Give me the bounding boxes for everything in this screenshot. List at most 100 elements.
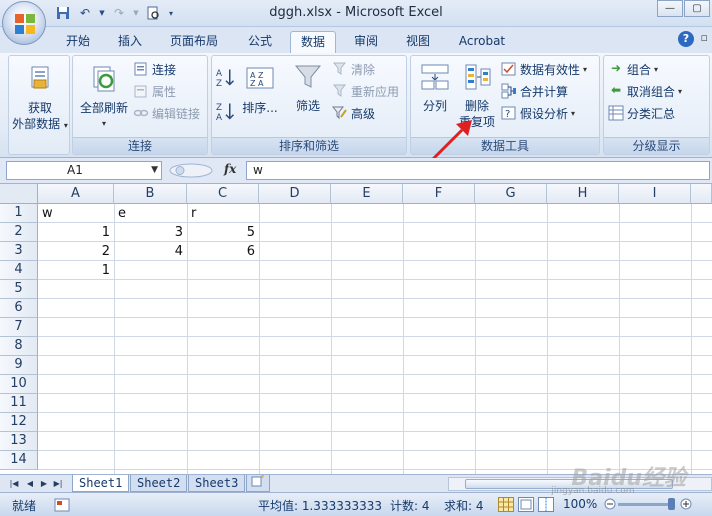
consolidate-button[interactable]: 合并计算 xyxy=(501,82,568,100)
row-header[interactable]: 10 xyxy=(0,375,38,394)
ungroup-label: 取消组合 xyxy=(627,84,676,99)
sort-descending-button[interactable]: ZA xyxy=(216,102,236,121)
sheet-tab-1[interactable]: Sheet1 xyxy=(72,475,130,492)
tab-insert[interactable]: 插入 xyxy=(108,31,152,53)
column-header-a[interactable]: A xyxy=(38,184,114,204)
tab-page-layout[interactable]: 页面布局 xyxy=(162,31,226,53)
column-header-h[interactable]: H xyxy=(547,184,619,204)
clear-label: 清除 xyxy=(351,62,376,77)
reapply-button[interactable]: 重新应用 xyxy=(332,82,399,100)
group-button[interactable]: ➜ 组合 ▾ xyxy=(608,60,658,78)
spreadsheet-grid[interactable]: A B C D E F G H I 1 2 3 4 5 6 7 8 9 10 1… xyxy=(0,184,712,474)
column-header-g[interactable]: G xyxy=(475,184,547,204)
name-box[interactable]: A1 ▼ xyxy=(6,161,162,180)
cell-a3[interactable]: 2 xyxy=(38,242,114,261)
zoom-out-icon[interactable] xyxy=(604,498,616,510)
tab-formulas[interactable]: 公式 xyxy=(238,31,282,53)
cell-b3[interactable]: 4 xyxy=(114,242,187,261)
row-header[interactable]: 12 xyxy=(0,413,38,432)
prev-sheet-icon[interactable]: ◀ xyxy=(24,477,36,490)
next-sheet-icon[interactable]: ▶ xyxy=(38,477,50,490)
row-header[interactable]: 11 xyxy=(0,394,38,413)
what-if-dropdown-icon[interactable]: ▾ xyxy=(571,109,575,118)
tab-review[interactable]: 审阅 xyxy=(344,31,388,53)
help-icon[interactable]: ? xyxy=(678,31,694,47)
page-break-view-icon[interactable] xyxy=(538,497,554,512)
cell-c2[interactable]: 5 xyxy=(187,223,259,242)
row-header[interactable]: 1 xyxy=(0,204,38,223)
zoom-slider-knob[interactable] xyxy=(668,498,675,510)
ribbon-restore-icon[interactable]: ▫ xyxy=(701,31,708,44)
refresh-all-button[interactable]: 全部刷新 ▾ xyxy=(75,64,133,132)
sort-button[interactable]: A Z Z A 排序... xyxy=(240,64,280,116)
normal-view-icon[interactable] xyxy=(498,497,514,512)
select-all-corner[interactable] xyxy=(0,184,38,204)
column-header-e[interactable]: E xyxy=(331,184,403,204)
column-header-partial[interactable] xyxy=(691,184,712,204)
ungroup-dropdown-icon[interactable]: ▾ xyxy=(678,87,682,96)
advanced-filter-button[interactable]: 高级 xyxy=(332,104,375,122)
row-header[interactable]: 14 xyxy=(0,451,38,470)
cell-a4[interactable]: 1 xyxy=(38,261,114,280)
page-layout-view-icon[interactable] xyxy=(518,497,534,512)
office-logo-icon xyxy=(15,14,35,34)
macro-record-icon[interactable] xyxy=(54,498,70,512)
row-header[interactable]: 2 xyxy=(0,223,38,242)
insert-function-icon[interactable]: fx xyxy=(224,162,236,176)
clear-filter-button[interactable]: 清除 xyxy=(332,60,375,78)
column-header-c[interactable]: C xyxy=(187,184,259,204)
properties-button[interactable]: 属性 xyxy=(133,82,176,100)
subtotal-button[interactable]: 分类汇总 xyxy=(608,104,675,122)
group-label: 组合 xyxy=(627,62,652,77)
cell-c3[interactable]: 6 xyxy=(187,242,259,261)
column-header-i[interactable]: I xyxy=(619,184,691,204)
row-header[interactable]: 4 xyxy=(0,261,38,280)
cell-b2[interactable]: 3 xyxy=(114,223,187,242)
row-header[interactable]: 7 xyxy=(0,318,38,337)
edit-links-button[interactable]: 编辑链接 xyxy=(133,104,200,122)
tab-data[interactable]: 数据 xyxy=(290,31,336,53)
zoom-in-icon[interactable] xyxy=(680,498,692,510)
row-header[interactable]: 13 xyxy=(0,432,38,451)
cell-c1[interactable]: r xyxy=(187,204,259,223)
sheet-tab-2[interactable]: Sheet2 xyxy=(130,475,188,492)
formula-input[interactable]: w xyxy=(246,161,710,180)
maximize-button[interactable]: ▢ xyxy=(684,0,710,17)
row-header[interactable]: 5 xyxy=(0,280,38,299)
cell-b1[interactable]: e xyxy=(114,204,187,223)
row-header[interactable]: 6 xyxy=(0,299,38,318)
sheet-tab-3[interactable]: Sheet3 xyxy=(188,475,246,492)
zoom-level[interactable]: 100% xyxy=(563,497,597,511)
get-external-data-button[interactable]: 获取 外部数据 ▾ xyxy=(11,64,69,134)
data-validation-button[interactable]: 数据有效性 ▾ xyxy=(501,60,587,78)
column-header-d[interactable]: D xyxy=(259,184,331,204)
cell-a1[interactable]: w xyxy=(38,204,114,223)
row-header[interactable]: 3 xyxy=(0,242,38,261)
last-sheet-icon[interactable]: ▶| xyxy=(52,477,64,490)
formula-splitter-icon[interactable] xyxy=(168,163,214,178)
title-bar: ↶ ▼ ↷ ▼ ▾ dggh.xlsx - Microsoft Excel — … xyxy=(0,0,712,27)
insert-sheet-button[interactable] xyxy=(246,475,270,492)
name-box-dropdown-icon[interactable]: ▼ xyxy=(151,162,158,179)
tab-view[interactable]: 视图 xyxy=(396,31,440,53)
data-validation-dropdown-icon[interactable]: ▾ xyxy=(583,65,587,74)
row-header[interactable]: 8 xyxy=(0,337,38,356)
what-if-analysis-button[interactable]: ? 假设分析 ▾ xyxy=(501,104,575,122)
first-sheet-icon[interactable]: |◀ xyxy=(8,477,20,490)
text-to-columns-button[interactable]: 分列 xyxy=(415,62,455,114)
column-header-b[interactable]: B xyxy=(114,184,187,204)
ungroup-button[interactable]: ⬅ 取消组合 ▾ xyxy=(608,82,682,100)
column-header-f[interactable]: F xyxy=(403,184,475,204)
group-dropdown-icon[interactable]: ▾ xyxy=(654,65,658,74)
cell-a2[interactable]: 1 xyxy=(38,223,114,242)
row-header[interactable]: 9 xyxy=(0,356,38,375)
connections-button[interactable]: 连接 xyxy=(133,60,176,78)
sort-ascending-button[interactable]: AZ xyxy=(216,68,236,87)
tab-acrobat[interactable]: Acrobat xyxy=(452,31,512,53)
zoom-slider[interactable] xyxy=(618,503,674,506)
minimize-button[interactable]: — xyxy=(657,0,683,17)
tab-home[interactable]: 开始 xyxy=(56,31,100,53)
refresh-dropdown-icon[interactable]: ▾ xyxy=(75,116,133,132)
filter-button[interactable]: 筛选 xyxy=(288,62,328,114)
office-button[interactable] xyxy=(2,1,46,45)
